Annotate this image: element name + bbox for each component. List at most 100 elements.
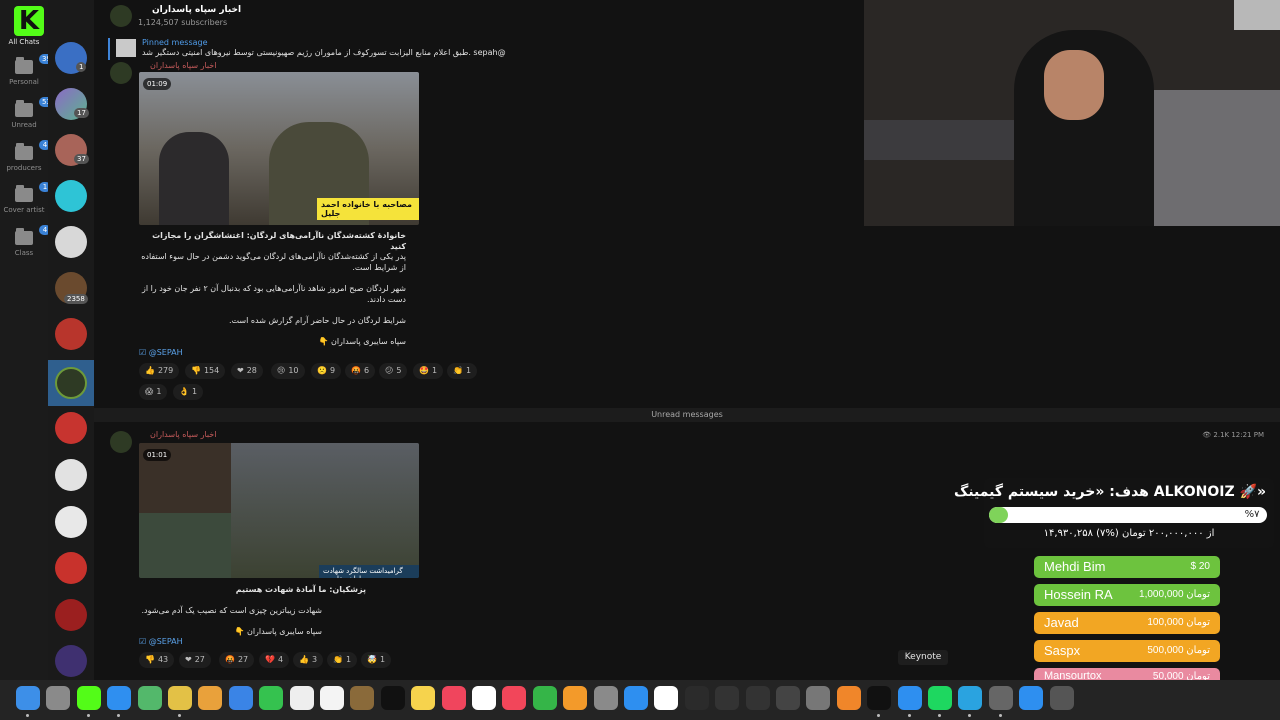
channel-handle[interactable]: ☑ @SEPAH bbox=[139, 348, 183, 357]
app-store-icon[interactable] bbox=[624, 686, 648, 710]
fl-studio-icon[interactable] bbox=[836, 686, 861, 710]
photos-icon[interactable] bbox=[198, 686, 223, 710]
calendar-icon[interactable] bbox=[472, 686, 496, 710]
facetime-icon[interactable] bbox=[259, 686, 284, 710]
post-headline: خانوادۀ کشته‌شدگان ناآرامی‌های لردگان: ا… bbox=[152, 231, 406, 251]
chat-avatar[interactable] bbox=[55, 226, 87, 258]
running-indicator bbox=[86, 714, 90, 717]
message-sender: اخبار سپاه پاسداران bbox=[150, 430, 217, 439]
reaction-emoji: 🤩 bbox=[419, 366, 429, 375]
webcam-overlay bbox=[864, 0, 1280, 226]
message-avatar[interactable] bbox=[110, 431, 132, 453]
reaction-chip[interactable]: 👍 3 bbox=[293, 652, 324, 668]
channel-title: اخبار سپاه پاسداران bbox=[152, 5, 242, 15]
capcut-icon[interactable] bbox=[867, 686, 892, 710]
music-icon[interactable] bbox=[441, 686, 466, 710]
freeform-icon[interactable] bbox=[320, 686, 344, 710]
tv-icon[interactable] bbox=[380, 686, 405, 710]
folder-icon: 399 bbox=[15, 54, 59, 74]
reaction-chip[interactable]: ❤ 28 bbox=[231, 363, 263, 379]
post-headline: پزشکیان: ما آمادۀ شهادت هستیم bbox=[235, 585, 366, 594]
reaction-count: 4 bbox=[277, 655, 284, 664]
notes-icon[interactable] bbox=[411, 686, 436, 710]
settings-icon[interactable] bbox=[593, 686, 618, 710]
folder-unread[interactable]: 537 Unread bbox=[0, 97, 59, 129]
reaction-emoji: 👎 bbox=[191, 366, 201, 375]
channel-handle[interactable]: ☑ @SEPAH bbox=[139, 637, 183, 646]
notion-icon[interactable] bbox=[654, 686, 679, 710]
reaction-chip[interactable]: 😕 5 bbox=[379, 363, 408, 379]
post-paragraph: شهر لردگان صبح امروز شاهد ناآرامی‌هایی ب… bbox=[141, 284, 406, 304]
spotify-icon[interactable] bbox=[928, 686, 952, 710]
pages-icon[interactable] bbox=[563, 686, 588, 710]
folder-all-chats[interactable]: All Chats bbox=[0, 38, 48, 46]
reaction-chip[interactable]: 👌 1 bbox=[173, 384, 204, 400]
compressor-icon[interactable] bbox=[806, 686, 831, 710]
goal-title: هدف: «خرید سیستم گیمینگ ALKONOIZ 🚀» bbox=[954, 484, 1266, 500]
donor-row: Javad 100,000 تومان bbox=[1034, 612, 1220, 634]
reaction-chip[interactable]: 💔 4 bbox=[259, 652, 290, 668]
reaction-chip[interactable]: ❤ 27 bbox=[179, 652, 211, 668]
kick-icon[interactable] bbox=[76, 686, 101, 710]
reaction-chip[interactable]: 🤬 27 bbox=[219, 652, 255, 668]
pinned-message-bar[interactable]: Pinned message طبق اعلام منابع الیزابت ت… bbox=[108, 38, 868, 60]
reaction-chip[interactable]: 😱 1 bbox=[139, 384, 168, 400]
chat-avatar[interactable] bbox=[55, 599, 87, 631]
safari-icon[interactable] bbox=[107, 686, 132, 710]
reaction-count: 1 bbox=[345, 655, 352, 664]
reaction-count: 1 bbox=[156, 387, 162, 396]
logic-2-icon[interactable] bbox=[745, 686, 770, 710]
post-signature: سپاه سایبری پاسداران 👇 bbox=[318, 337, 406, 346]
keynote-icon[interactable] bbox=[897, 686, 922, 710]
donor-name: Mehdi Bim bbox=[1044, 559, 1106, 574]
reaction-chip[interactable]: 👎 43 bbox=[139, 652, 175, 668]
video-thumbnail[interactable]: 01:01 گرامیداشت سالگرد شهادت سرداران مقا… bbox=[139, 443, 419, 578]
maps-icon[interactable] bbox=[137, 686, 162, 710]
reaction-chip[interactable]: 🤩 1 bbox=[413, 363, 444, 379]
preview-icon[interactable] bbox=[1019, 686, 1044, 710]
chat-avatar[interactable] bbox=[55, 506, 87, 538]
reaction-chip[interactable]: 👏 1 bbox=[447, 363, 478, 379]
video-duration: 01:09 bbox=[143, 78, 172, 90]
numbers-icon[interactable] bbox=[532, 686, 557, 710]
reaction-chip[interactable]: 👍 279 bbox=[139, 363, 180, 379]
message-avatar[interactable] bbox=[110, 62, 132, 84]
chat-avatar[interactable] bbox=[55, 459, 87, 491]
chat-avatar-selected[interactable] bbox=[55, 367, 87, 399]
reaction-chip[interactable]: 👎 154 bbox=[185, 363, 226, 379]
pinned-label: Pinned message bbox=[142, 38, 208, 47]
telegram-icon[interactable] bbox=[958, 686, 983, 710]
reaction-chip[interactable]: 🤬 6 bbox=[345, 363, 376, 379]
reaction-chip[interactable]: 😢 10 bbox=[271, 363, 305, 379]
reaction-chip[interactable]: 🙁 9 bbox=[311, 363, 342, 379]
notes-brown-icon[interactable] bbox=[350, 686, 375, 710]
chrome-icon[interactable] bbox=[168, 686, 192, 710]
reaction-chip[interactable]: 👏 1 bbox=[327, 652, 358, 668]
chat-avatar[interactable] bbox=[55, 552, 87, 584]
reaction-count: 1 bbox=[465, 366, 472, 375]
finder-icon[interactable] bbox=[16, 686, 40, 710]
video-thumbnail[interactable]: 01:09 مصاحبه با خانواده احمد جلیل bbox=[139, 72, 419, 225]
chat-avatar[interactable] bbox=[55, 180, 87, 212]
chat-header[interactable]: اخبار سپاه پاسداران 1,124,507 subscriber… bbox=[94, 0, 864, 36]
reaction-emoji: 😕 bbox=[385, 366, 394, 375]
calendar-31-icon[interactable] bbox=[684, 686, 709, 710]
chat-avatar[interactable] bbox=[55, 645, 87, 677]
trash-icon[interactable] bbox=[1049, 686, 1074, 710]
reminders-icon[interactable] bbox=[289, 686, 314, 710]
folder-label: Unread bbox=[11, 121, 37, 129]
logic-icon[interactable] bbox=[715, 686, 740, 710]
chat-avatar[interactable] bbox=[55, 412, 87, 444]
folder-producers[interactable]: 4 producers bbox=[0, 140, 51, 172]
photoshop-icon[interactable] bbox=[988, 686, 1013, 710]
news-icon[interactable] bbox=[502, 686, 527, 710]
reaction-chip[interactable]: 🤯 1 bbox=[361, 652, 392, 668]
channel-avatar[interactable] bbox=[110, 5, 132, 27]
folder-personal[interactable]: 399 Personal bbox=[0, 54, 59, 86]
mail-icon[interactable] bbox=[228, 686, 253, 710]
folder-cover-artist[interactable]: 1 Cover artist bbox=[0, 182, 51, 214]
launchpad-icon[interactable] bbox=[46, 686, 71, 710]
unity-icon[interactable] bbox=[776, 686, 800, 710]
folder-class[interactable]: 4 Class bbox=[0, 225, 51, 257]
chat-avatar[interactable] bbox=[55, 318, 87, 350]
